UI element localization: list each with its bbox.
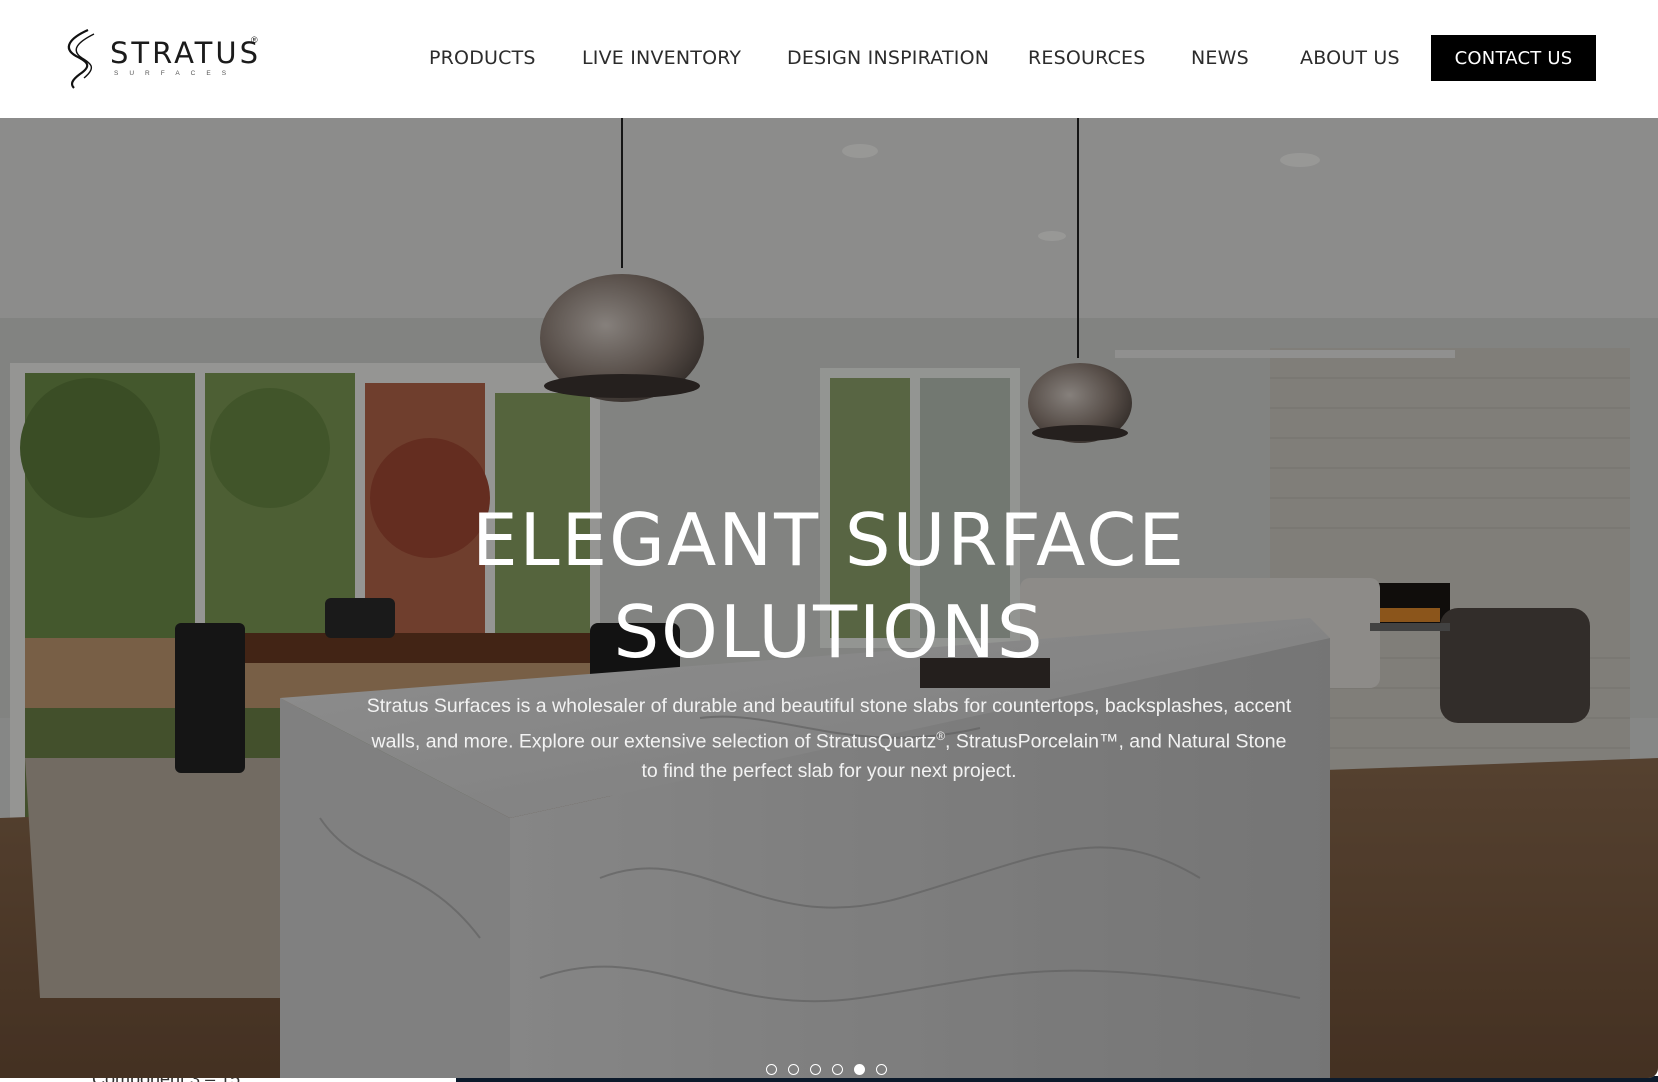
slide-dot-1[interactable] [766,1064,777,1075]
hero-slider: ELEGANT SURFACE SOLUTIONS Stratus Surfac… [0,118,1658,1078]
nav-news[interactable]: NEWS [1191,47,1249,69]
slide-dot-3[interactable] [810,1064,821,1075]
contact-us-button[interactable]: CONTACT US [1431,35,1596,81]
nav-about-us[interactable]: ABOUT US [1300,47,1400,69]
stratus-logo[interactable]: STRATUS ® SURFACES [58,26,268,92]
registered-mark: ® [936,728,946,743]
slide-dot-2[interactable] [788,1064,799,1075]
hero-title-line-1: ELEGANT SURFACE [472,498,1186,583]
nav-live-inventory[interactable]: LIVE INVENTORY [582,47,741,69]
stratus-s-icon [67,28,95,89]
slide-dot-4[interactable] [832,1064,843,1075]
logo-wordmark: STRATUS [110,36,262,70]
site-header: STRATUS ® SURFACES PRODUCTS LIVE INVENTO… [0,0,1658,118]
hero-title: ELEGANT SURFACE SOLUTIONS [0,494,1658,678]
nav-resources[interactable]: RESOURCES [1028,47,1146,69]
logo-registered-mark: ® [251,35,258,45]
hero-title-line-2: SOLUTIONS [613,590,1045,675]
hero-description: Stratus Surfaces is a wholesaler of dura… [365,691,1293,787]
slide-dot-5[interactable] [854,1064,865,1075]
logo-subtitle: SURFACES [114,70,238,77]
nav-products[interactable]: PRODUCTS [429,47,536,69]
nav-design-inspiration[interactable]: DESIGN INSPIRATION [787,47,989,69]
slide-dot-6[interactable] [876,1064,887,1075]
